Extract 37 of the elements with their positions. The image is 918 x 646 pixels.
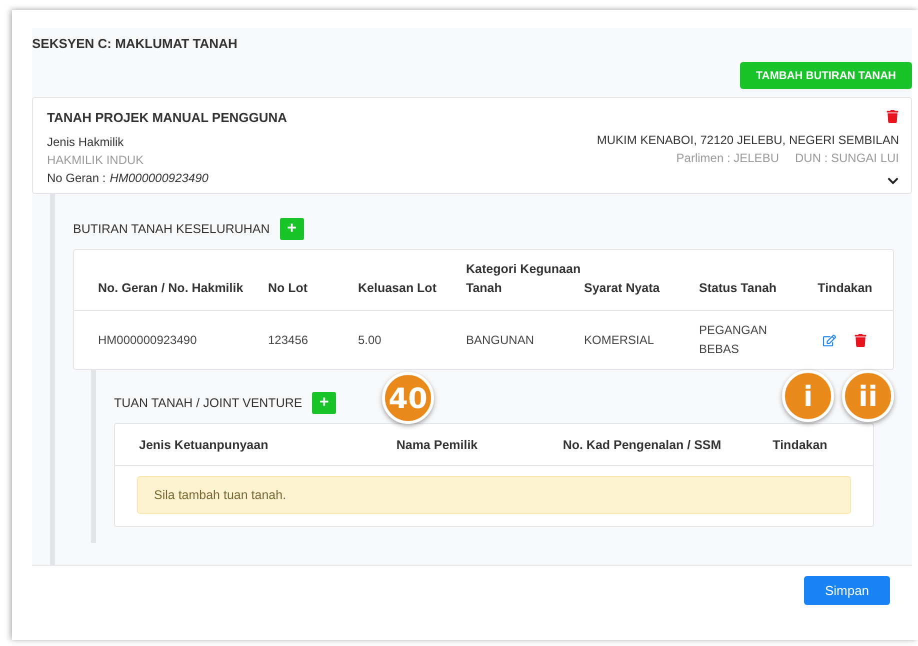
table-cell-text: KOMERSIAL	[584, 332, 656, 348]
column-header: Nama Pemilik	[395, 437, 479, 454]
add-button[interactable]: +	[312, 392, 336, 414]
grant-value: HM000000923490	[110, 171, 208, 185]
ownership-value: HAKMILIK INDUK	[47, 153, 144, 167]
table-cell-text: BANGUNAN	[466, 332, 536, 348]
column-header: No Lot	[268, 280, 309, 297]
parliament-text: Parlimen : JELEBU	[676, 151, 779, 165]
column-header: Syarat Nyata	[584, 280, 661, 297]
table-cell-text: HM000000923490	[98, 332, 198, 348]
subsection-title: BUTIRAN TANAH KESELURUHAN	[73, 222, 270, 236]
subsection-title: TUAN TANAH / JOINT VENTURE	[114, 396, 302, 410]
column-header: Jenis Ketuanpunyaan	[139, 437, 270, 454]
address-text: MUKIM KENABOI, 72120 JELEBU, NEGERI SEMBILAN	[596, 133, 899, 147]
chevron-icon[interactable]	[887, 175, 899, 187]
column-header: No. Kad Pengenalan / SSM	[562, 437, 722, 454]
ownership-label: Jenis Hakmilik	[47, 135, 124, 149]
empty-message: Sila tambah tuan tanah.	[137, 476, 851, 514]
column-header: Status Tanah	[699, 280, 778, 297]
table-cell-text: 5.00	[358, 332, 382, 348]
column-header: Kategori Kegunaan Tanah	[466, 261, 582, 297]
column-header: Keluasan Lot	[358, 280, 438, 297]
trash-icon[interactable]	[854, 334, 867, 346]
edit-icon[interactable]	[823, 334, 836, 346]
add-button[interactable]: +	[280, 218, 304, 240]
dun-text: DUN : SUNGAI LUI	[794, 151, 899, 165]
column-header: Tindakan	[772, 437, 828, 454]
trash-icon[interactable]	[886, 110, 899, 123]
column-header: No. Geran / No. Hakmilik	[98, 280, 244, 297]
grant-label: No Geran :	[47, 171, 106, 185]
section-title: SEKSYEN C: MAKLUMAT TANAH	[32, 35, 238, 51]
save-button[interactable]: Simpan	[804, 576, 890, 605]
card-title: TANAH PROJEK MANUAL PENGGUNA	[47, 110, 288, 125]
table-cell-text: PEGANGAN BEBAS	[699, 322, 768, 358]
column-header: Tindakan	[816, 280, 874, 297]
add-land-button[interactable]: TAMBAH BUTIRAN TANAH	[740, 62, 912, 89]
table-cell-text: 123456	[268, 332, 310, 348]
